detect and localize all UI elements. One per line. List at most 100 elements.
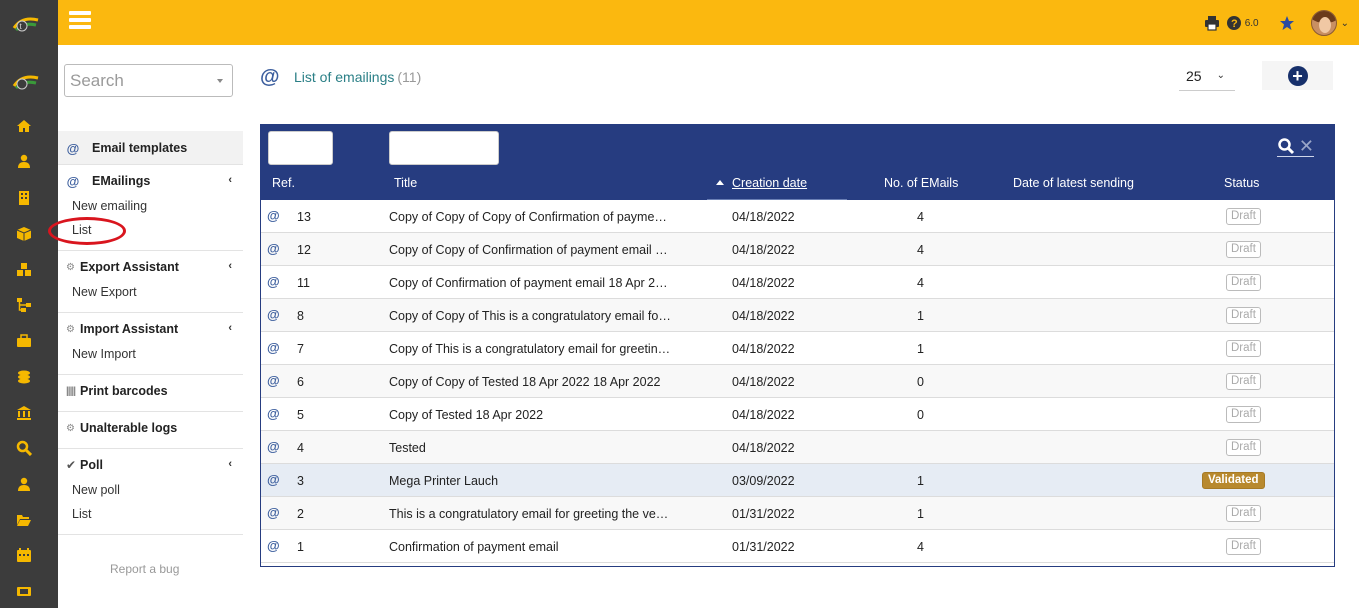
hamburger-menu-icon[interactable] [69, 11, 91, 30]
coins-icon[interactable] [16, 369, 32, 385]
search-select[interactable] [64, 64, 233, 97]
cell-ref[interactable]: 11 [297, 276, 310, 290]
menu-unalterable-logs[interactable]: ⚙ Unalterable logs [58, 415, 243, 449]
at-sign-icon[interactable]: @ [267, 406, 280, 421]
star-bookmark-icon[interactable] [1279, 15, 1295, 31]
at-sign-icon[interactable]: @ [267, 472, 280, 487]
at-sign-icon[interactable]: @ [267, 340, 280, 355]
at-sign-icon[interactable]: @ [267, 538, 280, 553]
page-title: List of emailings (11) [294, 69, 421, 85]
building-icon[interactable] [16, 190, 32, 206]
module-logo[interactable] [12, 72, 40, 92]
help-icon[interactable]: ? [1226, 15, 1242, 31]
cell-ref[interactable]: 3 [297, 474, 304, 488]
cell-ref[interactable]: 8 [297, 309, 304, 323]
bank-icon[interactable] [16, 405, 32, 421]
cell-ref[interactable]: 12 [297, 243, 311, 257]
menu-new-import[interactable]: New Import [58, 342, 243, 366]
workflow-icon[interactable] [16, 297, 32, 313]
menu-poll-list[interactable]: List [58, 502, 243, 526]
cell-title: Copy of Copy of Confirmation of payment … [389, 243, 671, 257]
header-title[interactable]: Title [394, 176, 417, 190]
menu-new-export[interactable]: New Export [58, 280, 243, 304]
cell-ref[interactable]: 13 [297, 210, 311, 224]
search-input[interactable] [65, 65, 205, 96]
new-emailing-button[interactable]: + [1262, 61, 1333, 90]
chevron-left-icon[interactable]: ‹ [228, 458, 232, 470]
at-sign-icon[interactable]: @ [267, 505, 280, 520]
at-sign-icon[interactable]: @ [267, 439, 280, 454]
status-badge: Draft [1226, 406, 1261, 423]
emailings-table: ✕ Ref. Title Creation date No. of EMails… [260, 124, 1335, 567]
magnifier-icon[interactable] [16, 440, 33, 457]
at-sign-icon[interactable]: @ [267, 241, 280, 256]
header-ref[interactable]: Ref. [272, 176, 295, 190]
clear-filter-icon[interactable]: ✕ [1299, 137, 1314, 155]
briefcase-icon[interactable] [16, 333, 32, 349]
ticket-icon[interactable] [16, 583, 32, 599]
table-row[interactable]: @8 Copy of Copy of This is a congratulato… [261, 299, 1334, 332]
menu-barcodes-label: Print barcodes [80, 384, 168, 398]
table-row[interactable]: @12 Copy of Copy of Confirmation of payme… [261, 233, 1334, 266]
table-row[interactable]: @7 Copy of This is a congratulatory email… [261, 332, 1334, 365]
cell-ref[interactable]: 2 [297, 507, 304, 521]
table-row[interactable]: @6 Copy of Copy of Tested 18 Apr 2022 18 … [261, 365, 1334, 398]
per-page-select[interactable]: 25 ⌄ [1179, 61, 1235, 91]
status-badge: Draft [1226, 340, 1261, 357]
cell-ref[interactable]: 4 [297, 441, 304, 455]
user-avatar[interactable] [1310, 10, 1337, 36]
cell-creation-date: 04/18/2022 [732, 441, 795, 455]
search-icon[interactable] [1277, 137, 1295, 155]
menu-print-barcodes[interactable]: ||||| Print barcodes [58, 378, 243, 412]
menu-new-poll[interactable]: New poll [58, 478, 243, 502]
calendar-icon[interactable] [16, 547, 32, 563]
app-logo[interactable]: t [12, 14, 40, 34]
table-header: ✕ Ref. Title Creation date No. of EMails… [261, 125, 1334, 200]
table-row[interactable]: @2 This is a congratulatory email for gre… [261, 497, 1334, 530]
menu-poll-header[interactable]: ✔ Poll ‹ [58, 452, 243, 478]
menu-emailings-header[interactable]: @ EMailings ‹ [58, 168, 243, 194]
cell-ref[interactable]: 7 [297, 342, 304, 356]
folder-open-icon[interactable] [16, 512, 32, 528]
table-row[interactable]: @11 Copy of Confirmation of payment email… [261, 266, 1334, 299]
table-row[interactable]: @4 Tested 04/18/2022 Draft [261, 431, 1334, 464]
header-creation-date[interactable]: Creation date [732, 176, 807, 190]
cell-ref[interactable]: 6 [297, 375, 304, 389]
cell-ref[interactable]: 5 [297, 408, 304, 422]
menu-new-emailing[interactable]: New emailing [58, 194, 243, 218]
chevron-left-icon[interactable]: ‹ [228, 260, 232, 272]
chevron-down-icon[interactable]: ⌄ [1341, 18, 1349, 29]
chevron-down-icon[interactable] [217, 79, 223, 83]
header-latest-sending[interactable]: Date of latest sending [1013, 176, 1134, 190]
table-row[interactable]: @13 Copy of Copy of Copy of Confirmation … [261, 200, 1334, 233]
at-sign-icon[interactable]: @ [267, 373, 280, 388]
menu-logs-label: Unalterable logs [80, 421, 178, 435]
at-sign-icon[interactable]: @ [267, 208, 280, 223]
menu-email-templates[interactable]: @ Email templates [58, 131, 243, 165]
menu-import-header[interactable]: ⚙ Import Assistant ‹ [58, 316, 243, 342]
table-row[interactable]: @3 Mega Printer Lauch 03/09/2022 1 Validated [261, 464, 1334, 497]
status-badge: Draft [1226, 538, 1261, 555]
filter-title-input[interactable] [389, 131, 499, 165]
printer-icon[interactable] [1204, 15, 1220, 31]
filter-ref-input[interactable] [268, 131, 333, 165]
cubes-icon[interactable] [16, 262, 32, 278]
header-status[interactable]: Status [1224, 176, 1259, 190]
chevron-left-icon[interactable]: ‹ [228, 322, 232, 334]
header-num-emails[interactable]: No. of EMails [884, 176, 958, 190]
check-square-icon: ✔ [66, 458, 77, 472]
home-icon[interactable] [16, 118, 32, 134]
user-icon[interactable] [16, 153, 32, 169]
cell-num-emails: 1 [917, 342, 924, 356]
at-sign-icon[interactable]: @ [267, 274, 280, 289]
table-row[interactable]: @1 Confirmation of payment email 01/31/202… [261, 530, 1334, 563]
cell-ref[interactable]: 1 [297, 540, 304, 554]
report-bug-link[interactable]: Report a bug [110, 562, 179, 576]
menu-export-header[interactable]: ⚙ Export Assistant ‹ [58, 254, 243, 280]
product-box-icon[interactable] [16, 226, 32, 242]
table-row[interactable]: @5 Copy of Tested 18 Apr 2022 04/18/2022 0 D… [261, 398, 1334, 431]
chevron-left-icon[interactable]: ‹ [228, 174, 232, 186]
cell-title: Copy of Copy of Tested 18 Apr 2022 18 Ap… [389, 375, 661, 389]
member-icon[interactable] [16, 476, 32, 492]
at-sign-icon[interactable]: @ [267, 307, 280, 322]
